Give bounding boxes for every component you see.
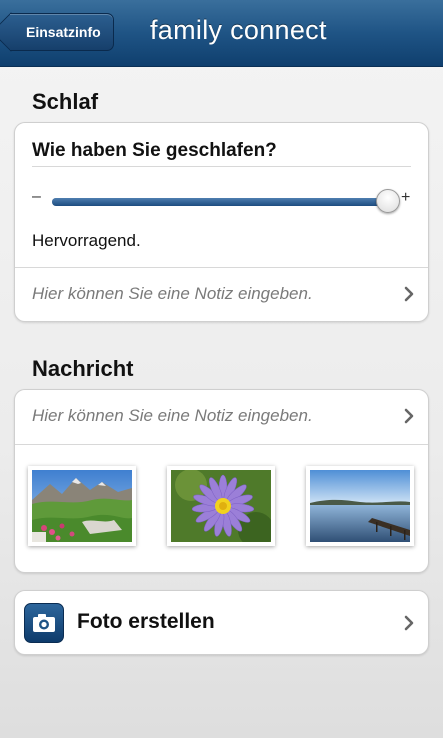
alpine-meadow-image (32, 470, 132, 542)
take-photo-label: Foto erstellen (77, 610, 215, 633)
sleep-slider-track[interactable] (52, 198, 388, 206)
navigation-bar: Einsatzinfo family connect (0, 0, 443, 67)
chevron-right-icon (404, 615, 414, 631)
slider-min-label: – (32, 188, 41, 205)
photo-thumbnail-alpine-meadow[interactable] (28, 466, 136, 546)
chevron-right-icon (404, 286, 414, 302)
sleep-section-title: Schlaf (32, 89, 99, 114)
sleep-rating-text: Hervorragend. (32, 231, 141, 250)
divider (15, 444, 428, 445)
sleep-slider-thumb[interactable] (376, 189, 400, 213)
photo-thumbnail-aster-flower[interactable] (167, 466, 275, 546)
slider-max-label: + (401, 189, 411, 206)
message-card: Hier können Sie eine Notiz eingeben. (14, 389, 429, 573)
chevron-right-icon (404, 408, 414, 424)
sleep-note-field[interactable]: Hier können Sie eine Notiz eingeben. (15, 268, 428, 322)
take-photo-button[interactable]: Foto erstellen (14, 590, 429, 655)
lake-jetty-image (310, 470, 410, 542)
app-title: family connect (150, 15, 327, 45)
aster-flower-image (171, 470, 271, 542)
sleep-card: Wie haben Sie geschlafen? – + Hervorrage… (14, 122, 429, 322)
sleep-note-placeholder: Hier können Sie eine Notiz eingeben. (32, 284, 313, 303)
sleep-slider-fill (52, 198, 388, 206)
message-section-title: Nachricht (32, 356, 134, 381)
message-note-placeholder: Hier können Sie eine Notiz eingeben. (32, 406, 313, 425)
message-note-field[interactable]: Hier können Sie eine Notiz eingeben. (15, 390, 428, 444)
camera-icon (24, 603, 64, 643)
back-button-label: Einsatzinfo (26, 24, 101, 40)
sleep-question: Wie haben Sie geschlafen? (32, 140, 277, 161)
photo-thumbnail-lake-jetty[interactable] (306, 466, 414, 546)
question-underline (32, 166, 411, 167)
back-button[interactable]: Einsatzinfo (10, 13, 114, 51)
